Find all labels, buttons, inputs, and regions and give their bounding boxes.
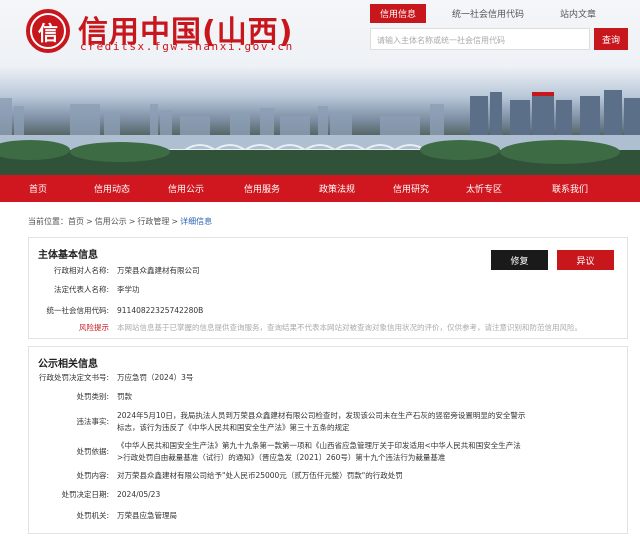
breadcrumb: 当前位置：首页 > 信用公示 > 行政管理 > 详细信息 [28, 216, 212, 227]
row-value: 2024/05/23 [117, 490, 161, 499]
row-label: 违法事实: [76, 417, 109, 426]
search-tab-articles[interactable]: 站内文章 [550, 4, 606, 23]
search-tabs: 信用信息 统一社会信用代码 站内文章 [370, 4, 622, 23]
site-logo[interactable]: 信 [26, 9, 70, 53]
row-label: 行政相对人名称: [53, 266, 109, 275]
row-label: 法定代表人名称: [53, 285, 109, 294]
nav-home[interactable]: 首页 [0, 182, 76, 195]
nav-credit-news[interactable]: 信用动态 [76, 182, 148, 195]
search-button[interactable]: 查询 [594, 28, 628, 50]
row-value: 万应急罚（2024）3号 [117, 373, 194, 382]
header-banner: 信 信用中国(山西) creditsx.fgw.shanxi.gov.cn 信用… [0, 0, 640, 175]
breadcrumb-separator: > [86, 217, 93, 226]
breadcrumb-separator: > [171, 217, 179, 226]
breadcrumb-current: 详细信息 [180, 217, 213, 226]
search-tab-credit-code[interactable]: 统一社会信用代码 [442, 4, 534, 23]
search-tab-credit-info[interactable]: 信用信息 [370, 4, 427, 23]
row-label: 处罚依据: [76, 447, 109, 456]
search-input[interactable]: 请输入主体名称或统一社会信用代码 [370, 28, 590, 50]
row-value: 万荣县应急管理局 [117, 511, 177, 520]
row-label: 处罚内容: [76, 471, 109, 480]
row-value: 李学功 [117, 285, 140, 294]
nav-taixin-zone[interactable]: 太忻专区 [448, 182, 520, 195]
row-value: 对万荣县众鑫建材有限公司给予"处人民币25000元（贰万伍仟元整）罚款"的行政处… [117, 471, 403, 480]
site-domain: creditsx.fgw.shanxi.gov.cn [80, 40, 294, 53]
nav-contact[interactable]: 联系我们 [520, 182, 620, 195]
objection-button[interactable]: 异议 [557, 250, 614, 270]
risk-value: 本网站信息基于已掌握的信息提供查询服务，查询结果不代表本网站对被查询对象信用状况… [117, 323, 582, 332]
main-nav: 首页 信用动态 信用公示 信用服务 政策法规 信用研究 太忻专区 联系我们 [0, 175, 640, 202]
nav-credit-publicity[interactable]: 信用公示 [148, 182, 224, 195]
row-value: 91140822325742280B [117, 306, 204, 315]
row-label: 处罚决定日期: [61, 490, 109, 499]
row-label: 处罚类别: [76, 392, 109, 401]
row-label: 处罚机关: [76, 511, 109, 520]
row-value: 2024年5月10日，我局执法人员到万荣县众鑫建材有限公司检查时，发现该公司未在… [117, 411, 526, 432]
row-value: 《中华人民共和国安全生产法》第九十九条第一款第一项和《山西省应急管理厅关于印发适… [117, 441, 521, 462]
row-label: 统一社会信用代码: [46, 306, 109, 315]
row-value: 罚款 [117, 392, 132, 401]
row-value: 万荣县众鑫建材有限公司 [117, 266, 200, 275]
public-info-title: 公示相关信息 [38, 359, 98, 370]
breadcrumb-separator: > [128, 217, 136, 226]
row-label: 行政处罚决定文书号: [38, 373, 109, 382]
breadcrumb-publicity[interactable]: 信用公示 [95, 217, 127, 226]
logo-char: 信 [30, 13, 66, 49]
breadcrumb-admin[interactable]: 行政管理 [137, 217, 169, 226]
public-info-panel: 公示相关信息 行政处罚决定文书号: 万应急罚（2024）3号 处罚类别: 罚款 … [28, 346, 628, 534]
risk-label: 风险提示 [79, 323, 109, 332]
breadcrumb-prefix: 当前位置： [28, 217, 68, 226]
nav-policy[interactable]: 政策法规 [300, 182, 374, 195]
breadcrumb-home[interactable]: 首页 [68, 217, 84, 226]
nav-credit-service[interactable]: 信用服务 [224, 182, 300, 195]
basic-info-panel: 主体基本信息 修复 异议 行政相对人名称: 万荣县众鑫建材有限公司 法定代表人名… [28, 237, 628, 339]
nav-credit-research[interactable]: 信用研究 [374, 182, 448, 195]
basic-info-title: 主体基本信息 [38, 250, 98, 261]
